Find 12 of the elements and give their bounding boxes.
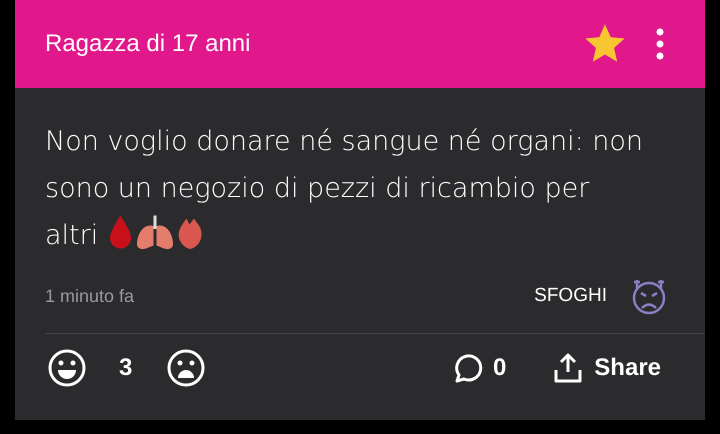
more-icon[interactable] [655,28,665,60]
smile-icon[interactable] [47,348,87,388]
post-time: 1 minuto fa [45,286,136,306]
share-button[interactable]: Share [552,352,661,384]
post-text: Non voglio donare né sangue né organi: non sono un negozio di pezzi di ricambio per altri [45,125,644,253]
comment-button[interactable]: 0 [450,352,506,384]
like-count: 3 [119,354,132,382]
category-label[interactable]: SFOGHI [534,285,607,307]
share-icon [552,352,584,384]
author-label: Ragazza di 17 anni [45,30,252,58]
sad-icon[interactable] [166,348,206,388]
star-icon[interactable] [585,24,625,64]
